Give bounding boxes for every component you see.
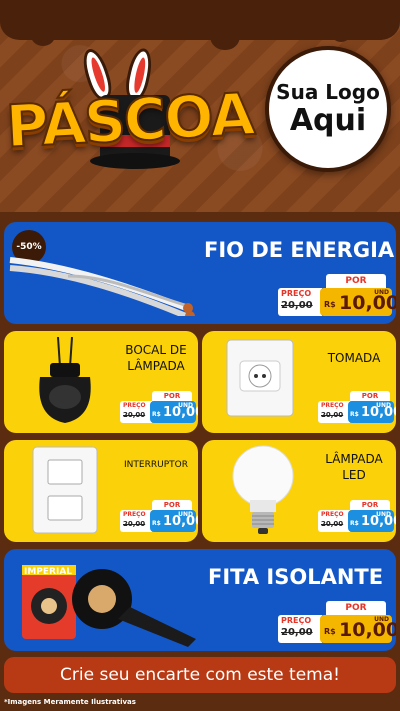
price-tag: POR PREÇO 20,00 UND R$ 10,00 [276, 272, 396, 318]
old-price: 20,00 [321, 520, 344, 528]
header-banner: PÁSCOA Sua Logo Aqui [0, 0, 400, 212]
old-price: 20,00 [123, 520, 146, 528]
new-price: 10,00 [339, 619, 396, 641]
new-price: 10,00 [361, 405, 396, 420]
old-price: 20,00 [321, 411, 344, 419]
price-tag: POR PREÇO 20,00 UND R$ 10,00 [276, 599, 396, 645]
outlet-icon [226, 339, 294, 417]
new-price: 10,00 [339, 292, 396, 314]
page-title: PÁSCOA [3, 79, 255, 162]
product-name-line1: BOCAL DE [125, 343, 187, 357]
led-bulb-icon [232, 445, 294, 534]
product-name-line2: LED [342, 468, 366, 482]
old-price: 20,00 [281, 627, 313, 638]
product-name: FITA ISOLANTE [208, 565, 384, 589]
logo-text-line2: Aqui [289, 103, 367, 138]
disclaimer-text: *Imagens Meramente Ilustrativas [4, 698, 136, 706]
create-flyer-button[interactable]: Crie seu encarte com este tema! [4, 657, 396, 693]
product-name: FIO DE ENERGIA [204, 238, 395, 262]
logo-text-line1: Sua Logo [276, 80, 380, 104]
new-price: 10,00 [163, 405, 198, 420]
product-name-line1: LÂMPADA [325, 452, 383, 466]
product-card-lampada[interactable]: LÂMPADA LED POR PREÇO 20,00 UND R$ 10,00 [202, 440, 396, 542]
old-price: 20,00 [281, 300, 313, 311]
product-card-fio[interactable]: -50% FIO DE ENERGIA POR PREÇO 20,00 UND … [4, 222, 396, 324]
price-tag: POR PREÇO 20,00 UND R$ 10,00 [316, 498, 396, 534]
product-card-tomada[interactable]: TOMADA POR PREÇO 20,00 UND R$ 10,00 [202, 331, 396, 433]
product-name-line2: LÂMPADA [127, 359, 185, 373]
por-label: POR [326, 274, 386, 288]
tape-brand-label: IMPERIAL [24, 567, 73, 577]
new-price: 10,00 [361, 514, 396, 529]
price-tag: POR PREÇO 20,00 UND R$ 10,00 [118, 389, 198, 425]
new-price: 10,00 [163, 514, 198, 529]
preco-label: PREÇO 20,00 [278, 288, 322, 316]
new-price-box: UND R$ 10,00 [320, 288, 396, 316]
lamp-socket-icon [39, 337, 91, 423]
insulating-tape-icon [22, 565, 196, 647]
logo-placeholder[interactable]: Sua Logo Aqui [265, 46, 391, 172]
product-card-bocal[interactable]: BOCAL DE LÂMPADA POR PREÇO 20,00 UND R$ … [4, 331, 198, 433]
product-card-interruptor[interactable]: INTERRUPTOR POR PREÇO 20,00 UND R$ 10,00 [4, 440, 198, 542]
product-card-fita[interactable]: IMPERIAL FITA ISOLANTE POR PREÇO 20,00 U… [4, 549, 396, 651]
switch-icon [32, 446, 98, 534]
price-tag: POR PREÇO 20,00 UND R$ 10,00 [316, 389, 396, 425]
product-name: TOMADA [327, 351, 381, 365]
wire-icon [9, 257, 195, 316]
price-tag: POR PREÇO 20,00 UND R$ 10,00 [118, 498, 198, 534]
product-name: INTERRUPTOR [124, 460, 188, 470]
chocolate-drip [0, 0, 400, 50]
old-price: 20,00 [123, 411, 146, 419]
